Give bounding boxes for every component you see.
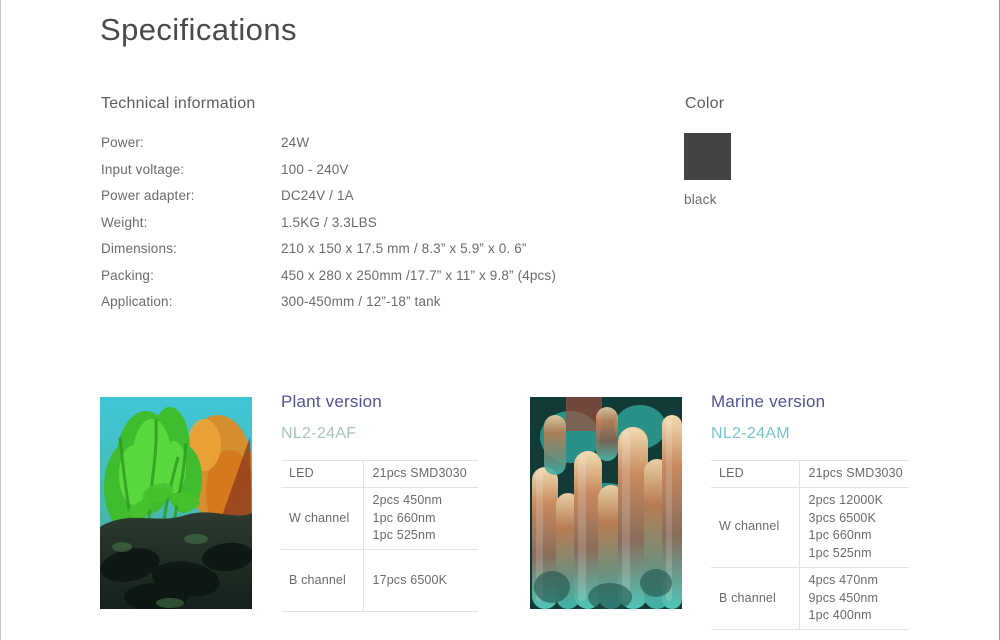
spec-value-line: 1pc 660nm [808, 528, 872, 543]
spec-value-line: 21pcs SMD3030 [372, 466, 467, 480]
spec-row-value: 2pcs 450nm 1pc 660nm 1pc 525nm [363, 486, 478, 551]
spec-value: 450 x 280 x 250mm /17.7” x 11” x 9.8” (4… [281, 267, 556, 283]
spec-row: Power adapter: DC24V / 1A [101, 188, 621, 215]
spec-row-value: 17pcs 6500K [363, 549, 478, 612]
spec-value: 1.5KG / 3.3LBS [281, 214, 377, 230]
spec-row-label: W channel [711, 486, 800, 568]
table-row: W channel 2pcs 450nm 1pc 660nm 1pc 525nm [281, 486, 478, 551]
spec-label: Power: [101, 135, 144, 150]
spec-label: Packing: [101, 267, 154, 283]
spec-value: 210 x 150 x 17.5 mm / 8.3” x 5.9” x 0. 6… [281, 241, 527, 256]
spec-value-line: 1pc 660nm [372, 510, 436, 525]
table-row: B channel 4pcs 470nm 9pcs 450nm 1pc 400nm [711, 566, 909, 631]
version-model-marine: NL2-24AM [711, 425, 790, 442]
spec-row: Weight: 1.5KG / 3.3LBS [101, 215, 621, 242]
spec-value-line: 1pc 525nm [372, 528, 436, 543]
technical-information-heading: Technical information [101, 95, 256, 112]
table-row: LED 21pcs SMD3030 [281, 460, 478, 488]
spec-row-label: B channel [711, 566, 800, 631]
spec-row: Power: 24W [101, 135, 621, 162]
technical-spec-list: Power: 24W Input voltage: 100 - 240V Power a… [101, 135, 621, 321]
color-swatch-label: black [684, 192, 717, 207]
version-title-plant: Plant version [281, 392, 382, 411]
spec-row-label: LED [281, 460, 364, 488]
spec-value-line: 4pcs 470nm [808, 572, 879, 587]
spec-value-line: 3pcs 6500K [808, 510, 877, 525]
version-model-plant: NL2-24AF [281, 425, 357, 442]
planted-aquarium-photo [100, 397, 252, 609]
page-title: Specifications [100, 12, 297, 47]
spec-value-line: 9pcs 450nm [808, 590, 879, 605]
spec-row-value: 4pcs 470nm 9pcs 450nm 1pc 400nm [799, 566, 909, 631]
spec-row-label: W channel [281, 486, 364, 551]
spec-row-label: LED [711, 460, 800, 488]
spec-row: Dimensions: 210 x 150 x 17.5 mm / 8.3” x … [101, 241, 621, 268]
spec-row-value: 21pcs SMD3030 [363, 460, 478, 488]
spec-value: 100 - 240V [281, 161, 349, 177]
spec-value-line: 2pcs 450nm [372, 492, 443, 507]
spec-row: Application: 300-450mm / 12”-18” tank [101, 294, 621, 321]
table-row: W channel 2pcs 12000K 3pcs 6500K 1pc 660nm 1… [711, 486, 909, 568]
color-option[interactable]: black [684, 133, 731, 207]
coral-reef-photo [530, 397, 682, 609]
spec-value: 300-450mm / 12”-18” tank [281, 294, 441, 309]
table-row: B channel 17pcs 6500K [281, 549, 478, 612]
spec-label: Dimensions: [101, 241, 177, 256]
spec-label: Application: [101, 294, 173, 309]
spec-table-marine: LED 21pcs SMD3030 W channel 2pcs 12000K 3pcs… [711, 460, 909, 631]
spec-row-value: 2pcs 12000K 3pcs 6500K 1pc 660nm 1pc 525nm [799, 486, 909, 568]
spec-value: DC24V / 1A [281, 188, 354, 203]
spec-row: Input voltage: 100 - 240V [101, 162, 621, 189]
spec-label: Input voltage: [101, 161, 185, 177]
spec-value-line: 21pcs SMD3030 [808, 466, 903, 480]
spec-table-plant: LED 21pcs SMD3030 W channel 2pcs 450nm 1pc 6… [281, 460, 478, 612]
spec-value-line: 1pc 400nm [808, 608, 872, 623]
specifications-page: Specifications Technical information Pow… [0, 0, 1000, 640]
spec-value-line: 1pc 525nm [808, 546, 872, 560]
spec-value-line: 17pcs 6500K [372, 572, 448, 587]
spec-label: Weight: [101, 214, 148, 230]
spec-value: 24W [281, 135, 310, 150]
spec-label: Power adapter: [101, 188, 195, 203]
color-swatch-black[interactable] [684, 133, 731, 180]
spec-value-line: 2pcs 12000K [808, 492, 884, 507]
spec-row-label: B channel [281, 549, 364, 612]
color-heading: Color [685, 95, 725, 112]
spec-row: Packing: 450 x 280 x 250mm /17.7” x 11” x… [101, 268, 621, 295]
version-title-marine: Marine version [711, 392, 826, 411]
table-row: LED 21pcs SMD3030 [711, 460, 909, 488]
spec-row-value: 21pcs SMD3030 [799, 460, 909, 488]
